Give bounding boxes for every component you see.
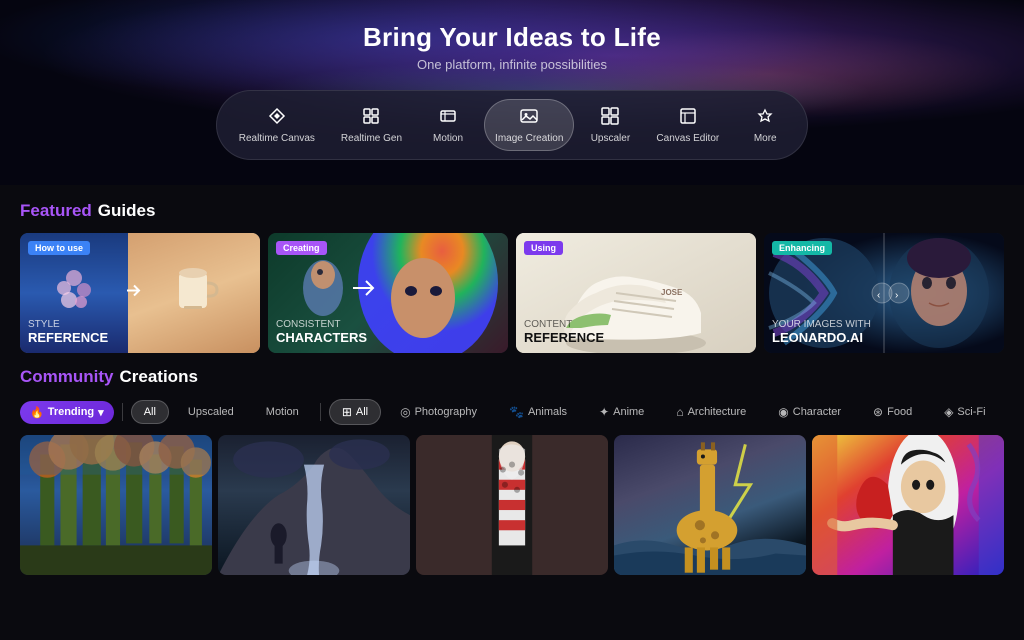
motion-icon <box>438 106 458 129</box>
grid-icon: ⊞ <box>342 405 352 419</box>
community-section: Community Creations 🔥 Trending ▾ All Ups… <box>20 367 1004 575</box>
nav-pill-realtime-gen[interactable]: Realtime Gen <box>331 100 412 150</box>
hero-title: Bring Your Ideas to Life <box>363 22 661 53</box>
guide-card-content-reference[interactable]: JOSE Using CONTENT REFERENCE <box>516 233 756 353</box>
nav-pill-label: More <box>754 133 777 144</box>
trending-filter[interactable]: 🔥 Trending ▾ <box>20 401 114 424</box>
community-image-4[interactable] <box>614 435 806 575</box>
guide-card-consistent-characters[interactable]: Creating CONSISTENT CHARACTERS <box>268 233 508 353</box>
realtime-gen-icon <box>361 106 381 129</box>
filter-label: Upscaled <box>188 406 234 418</box>
main-content: Featured Guides <box>0 185 1024 575</box>
filter-food[interactable]: ⊛ Food <box>860 399 925 425</box>
food-icon: ⊛ <box>873 405 883 419</box>
animals-icon: 🐾 <box>509 405 524 419</box>
hero-subtitle: One platform, infinite possibilities <box>417 57 607 72</box>
community-header: Community Creations <box>20 367 1004 387</box>
nav-pill-realtime-canvas[interactable]: Realtime Canvas <box>229 100 325 150</box>
filter-animals[interactable]: 🐾 Animals <box>496 399 580 425</box>
filter-character[interactable]: ◉ Character <box>765 399 854 425</box>
guide-card-text: YOUR IMAGES WITH LEONARDO.AI <box>772 319 871 345</box>
scifi-icon: ◈ <box>944 405 953 419</box>
guide-card-text: CONSISTENT CHARACTERS <box>276 319 367 345</box>
filter-photography[interactable]: ◎ Photography <box>387 399 490 425</box>
filter-divider <box>122 403 123 421</box>
filter-architecture[interactable]: ⌂ Architecture <box>663 399 759 425</box>
nav-pill-label: Upscaler <box>591 133 630 144</box>
nav-pill-label: Realtime Gen <box>341 133 402 144</box>
svg-text:›: › <box>895 290 898 301</box>
more-icon <box>755 106 775 129</box>
anime-icon: ✦ <box>599 405 609 419</box>
upscaler-icon <box>600 106 620 129</box>
guides-grid: How to use STYLE REFERENCE <box>20 233 1004 353</box>
trending-label: Trending <box>48 406 94 418</box>
fire-icon: 🔥 <box>30 406 44 419</box>
guide-card-style-reference[interactable]: How to use STYLE REFERENCE <box>20 233 260 353</box>
filter-all-cat[interactable]: ⊞ All <box>329 399 381 425</box>
images-grid <box>20 435 1004 575</box>
nav-pill-motion[interactable]: Motion <box>418 100 478 150</box>
filter-label: Sci-Fi <box>957 406 985 418</box>
guide-tag: Enhancing <box>772 241 832 255</box>
filter-anime[interactable]: ✦ Anime <box>586 399 657 425</box>
filter-label: Food <box>887 406 912 418</box>
svg-text:‹: ‹ <box>877 290 880 301</box>
filter-motion[interactable]: Motion <box>253 400 312 424</box>
filter-label: Photography <box>415 406 477 418</box>
filter-label: All <box>144 406 156 418</box>
nav-pill-label: Motion <box>433 133 463 144</box>
filter-upscaled[interactable]: Upscaled <box>175 400 247 424</box>
guide-tag: Creating <box>276 241 327 255</box>
community-image-2[interactable] <box>218 435 410 575</box>
filter-label: Motion <box>266 406 299 418</box>
filter-label: Character <box>793 406 841 418</box>
camera-icon: ◎ <box>400 405 410 419</box>
chevron-down-icon: ▾ <box>98 406 104 419</box>
filter-label: Animals <box>528 406 567 418</box>
community-accent: Community <box>20 367 114 387</box>
featured-rest: Guides <box>98 201 156 221</box>
nav-pill-label: Canvas Editor <box>656 133 719 144</box>
filter-bar: 🔥 Trending ▾ All Upscaled Motion ⊞ All <box>20 399 1004 425</box>
image-creation-icon <box>519 106 539 129</box>
nav-pill-more[interactable]: More <box>735 100 795 150</box>
guide-card-enhance[interactable]: ‹ › Enhancing YOUR IMAGES WITH LEONARDO.… <box>764 233 1004 353</box>
community-image-1[interactable] <box>20 435 212 575</box>
character-icon: ◉ <box>778 405 788 419</box>
architecture-icon: ⌂ <box>676 405 683 419</box>
realtime-canvas-icon <box>267 106 287 129</box>
nav-pill-canvas-editor[interactable]: Canvas Editor <box>646 100 729 150</box>
nav-pill-upscaler[interactable]: Upscaler <box>580 100 640 150</box>
community-image-5[interactable] <box>812 435 1004 575</box>
filter-all-main[interactable]: All <box>131 400 169 424</box>
guide-card-text: CONTENT REFERENCE <box>524 319 604 345</box>
guide-tag: How to use <box>28 241 90 255</box>
nav-pills: Realtime Canvas Realtime Gen <box>216 90 808 160</box>
filter-label: Anime <box>613 406 644 418</box>
nav-pill-label: Image Creation <box>495 133 563 144</box>
filter-scifi[interactable]: ◈ Sci-Fi <box>931 399 998 425</box>
guide-tag: Using <box>524 241 563 255</box>
filter-divider2 <box>320 403 321 421</box>
filter-label: Architecture <box>688 406 747 418</box>
guide-card-text: STYLE REFERENCE <box>28 319 108 345</box>
nav-pill-image-creation[interactable]: Image Creation <box>484 99 574 151</box>
canvas-editor-icon <box>678 106 698 129</box>
featured-accent: Featured <box>20 201 92 221</box>
hero-section: Bring Your Ideas to Life One platform, i… <box>0 0 1024 185</box>
featured-guides-header: Featured Guides <box>20 201 1004 221</box>
filter-label: All <box>356 406 368 418</box>
community-image-3[interactable] <box>416 435 608 575</box>
nav-pill-label: Realtime Canvas <box>239 133 315 144</box>
community-rest: Creations <box>120 367 198 387</box>
svg-text:JOSE: JOSE <box>661 288 683 297</box>
